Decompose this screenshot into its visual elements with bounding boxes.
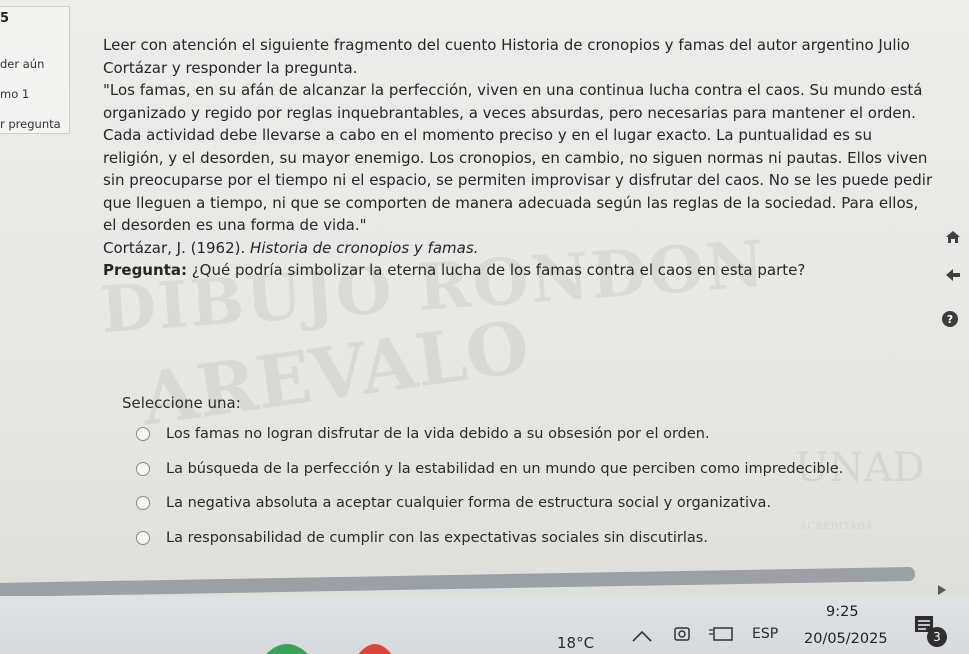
scrollbar-track[interactable] (0, 566, 915, 597)
help-icon[interactable]: ? (940, 309, 960, 329)
clock-date[interactable]: 20/05/2025 (804, 631, 888, 647)
select-one-label: Seleccione una: (122, 394, 241, 412)
radio-button[interactable] (136, 461, 150, 476)
question-info-panel: 5 der aún mo 1 r pregunta (0, 6, 70, 134)
home-icon[interactable] (943, 227, 963, 247)
chevron-up-icon[interactable] (631, 628, 653, 647)
notification-badge: 3 (927, 627, 947, 647)
answer-option-label: La responsabilidad de cumplir con las ex… (166, 529, 708, 546)
citation-author: Cortázar, J. (1962). (103, 238, 251, 257)
notification-count: 3 (933, 630, 941, 644)
question-intro: Leer con atención el siguiente fragmento… (103, 36, 910, 77)
question-number-mark: 5 (0, 11, 10, 26)
question-quote: "Los famas, en su afán de alcanzar la pe… (103, 81, 933, 234)
weather-temperature[interactable]: 18°C (557, 634, 594, 652)
info-status: der aún (0, 57, 45, 71)
camera-icon[interactable] (673, 625, 691, 647)
prompt-text: ¿Qué podría simbolizar la eterna lucha d… (186, 261, 806, 279)
answer-option[interactable]: La responsabilidad de cumplir con las ex… (136, 521, 896, 556)
answer-option[interactable]: Los famas no logran disfrutar de la vida… (136, 417, 896, 452)
answer-option-label: Los famas no logran disfrutar de la vida… (166, 426, 710, 443)
svg-text:?: ? (947, 313, 953, 326)
answer-option[interactable]: La negativa absoluta a aceptar cualquier… (136, 486, 896, 521)
radio-button[interactable] (136, 530, 150, 545)
input-language[interactable]: ESP (752, 626, 778, 642)
screen: DIBUJO RONDON AREVALO UNAD ACREDITADA 5 … (0, 0, 969, 654)
taskbar-app-icon[interactable] (355, 636, 395, 654)
info-score: mo 1 (0, 87, 30, 101)
network-icon[interactable] (708, 626, 734, 646)
answer-option-label: La búsqueda de la perfección y la estabi… (166, 460, 844, 477)
question-citation: Cortázar, J. (1962). Historia de cronopi… (103, 237, 933, 260)
clock-time[interactable]: 9:25 (826, 604, 859, 620)
answer-option-label: La negativa absoluta a aceptar cualquier… (166, 495, 772, 512)
prompt-label: Pregunta: (103, 261, 187, 279)
radio-button[interactable] (136, 496, 150, 511)
back-arrow-icon[interactable] (943, 265, 963, 285)
radio-button[interactable] (136, 427, 150, 442)
question-prompt: Pregunta: ¿Qué podría simbolizar la eter… (103, 259, 933, 282)
flag-question-link[interactable]: r pregunta (0, 117, 61, 131)
answer-options: Los famas no logran disfrutar de la vida… (136, 417, 896, 555)
answer-option[interactable]: La búsqueda de la perfección y la estabi… (136, 452, 896, 487)
taskbar-app-icon[interactable] (262, 636, 312, 654)
citation-title: Historia de cronopios y famas. (250, 238, 479, 257)
question-text: Leer con atención el siguiente fragmento… (103, 34, 933, 282)
